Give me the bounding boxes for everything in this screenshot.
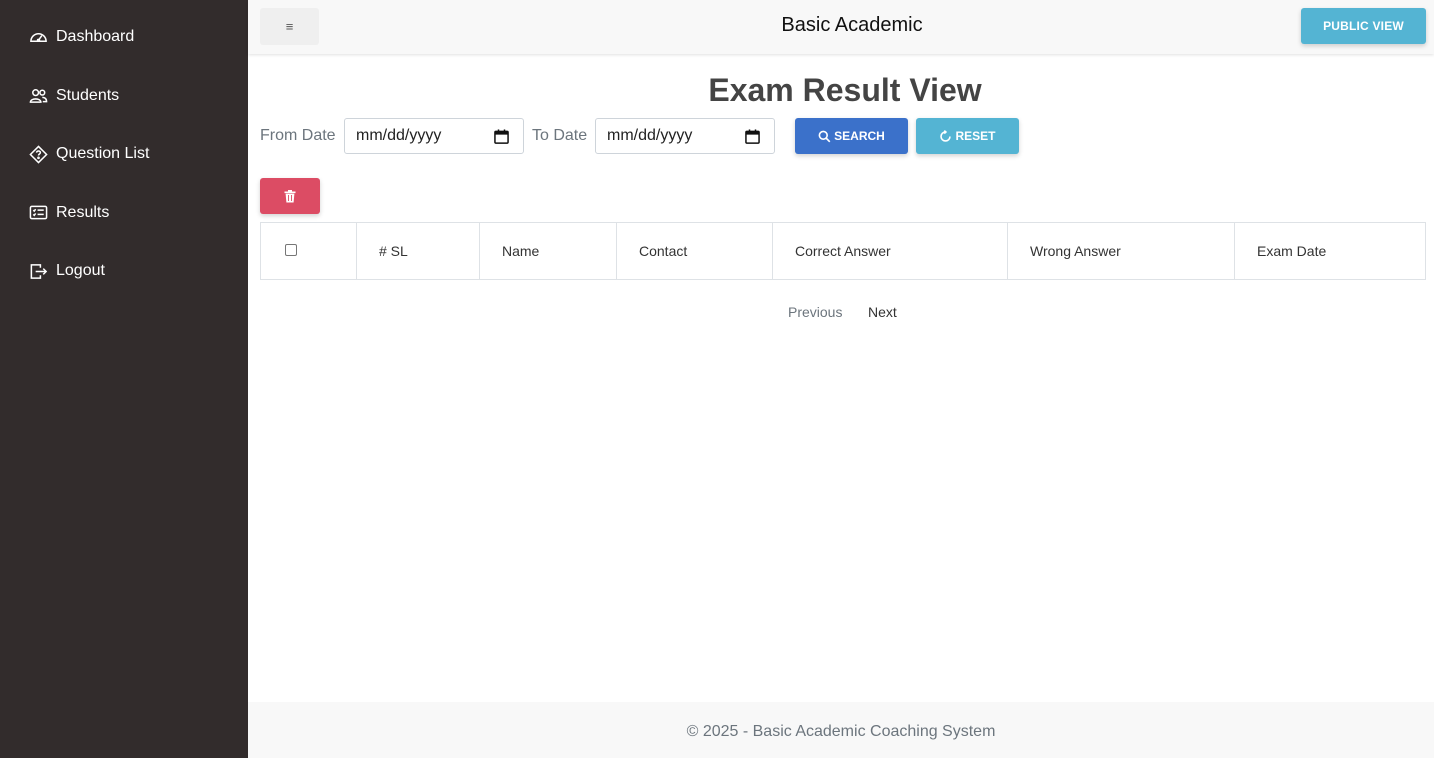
reset-button-label: RESET bbox=[955, 129, 996, 143]
results-table: # SL Name Contact Correct Answer Wrong A… bbox=[260, 222, 1426, 280]
calendar-icon[interactable] bbox=[745, 129, 760, 144]
sidebar-item-dashboard[interactable]: Dashboard bbox=[0, 18, 248, 56]
box-arrow-right-icon bbox=[28, 261, 48, 281]
to-date-input[interactable]: mm/dd/yyyy bbox=[595, 118, 775, 154]
sidebar-item-question-list[interactable]: Question List bbox=[0, 135, 248, 173]
delete-button[interactable] bbox=[260, 178, 320, 214]
to-date-label: To Date bbox=[532, 127, 588, 144]
search-button[interactable]: SEARCH bbox=[795, 118, 908, 154]
footer-text: © 2025 - Basic Academic Coaching System bbox=[686, 723, 996, 740]
sidebar-item-label: Logout bbox=[56, 262, 105, 279]
main-content: Exam Result View From Date mm/dd/yyyy To… bbox=[248, 54, 1434, 702]
column-header-sl[interactable]: # SL bbox=[356, 222, 480, 280]
top-navbar: ≡ Basic Academic PUBLIC VIEW bbox=[248, 0, 1434, 54]
sidebar-item-label: Question List bbox=[56, 145, 150, 162]
calendar-icon[interactable] bbox=[494, 129, 509, 144]
question-diamond-icon bbox=[28, 144, 48, 164]
column-header-exam-date[interactable]: Exam Date bbox=[1234, 222, 1426, 280]
select-all-checkbox[interactable] bbox=[285, 244, 297, 256]
sidebar-item-label: Dashboard bbox=[56, 28, 135, 45]
sidebar-item-label: Students bbox=[56, 86, 120, 104]
footer: © 2025 - Basic Academic Coaching System bbox=[248, 702, 1434, 758]
from-date-label: From Date bbox=[260, 127, 336, 144]
people-icon bbox=[28, 86, 48, 106]
reset-button[interactable]: RESET bbox=[916, 118, 1019, 154]
page-title: Exam Result View bbox=[708, 72, 982, 108]
search-button-label: SEARCH bbox=[834, 129, 885, 143]
from-date-placeholder: mm/dd/yyyy bbox=[356, 127, 442, 144]
sidebar-item-results[interactable]: Results bbox=[0, 194, 248, 232]
select-all-header bbox=[260, 222, 357, 280]
trash-icon bbox=[284, 189, 296, 202]
column-header-name[interactable]: Name bbox=[479, 222, 617, 280]
next-page-link[interactable]: Next bbox=[868, 304, 897, 320]
sidebar: Dashboard Students Question List Results… bbox=[0, 0, 248, 758]
brand-title: Basic Academic bbox=[781, 14, 923, 36]
column-header-wrong-answer[interactable]: Wrong Answer bbox=[1007, 222, 1235, 280]
column-header-correct-answer[interactable]: Correct Answer bbox=[772, 222, 1008, 280]
refresh-icon bbox=[940, 129, 952, 142]
column-header-contact[interactable]: Contact bbox=[616, 222, 773, 280]
to-date-placeholder: mm/dd/yyyy bbox=[607, 127, 693, 144]
table-header-row: # SL Name Contact Correct Answer Wrong A… bbox=[260, 222, 1426, 280]
speedometer-icon bbox=[28, 27, 48, 47]
card-checklist-icon bbox=[28, 203, 48, 223]
search-icon bbox=[818, 130, 831, 142]
previous-page-link[interactable]: Previous bbox=[788, 304, 842, 320]
sidebar-item-logout[interactable]: Logout bbox=[0, 252, 248, 290]
from-date-input[interactable]: mm/dd/yyyy bbox=[344, 118, 524, 154]
public-view-button[interactable]: PUBLIC VIEW bbox=[1301, 8, 1426, 44]
sidebar-item-students[interactable]: Students bbox=[0, 77, 248, 115]
sidebar-item-label: Results bbox=[56, 203, 110, 221]
